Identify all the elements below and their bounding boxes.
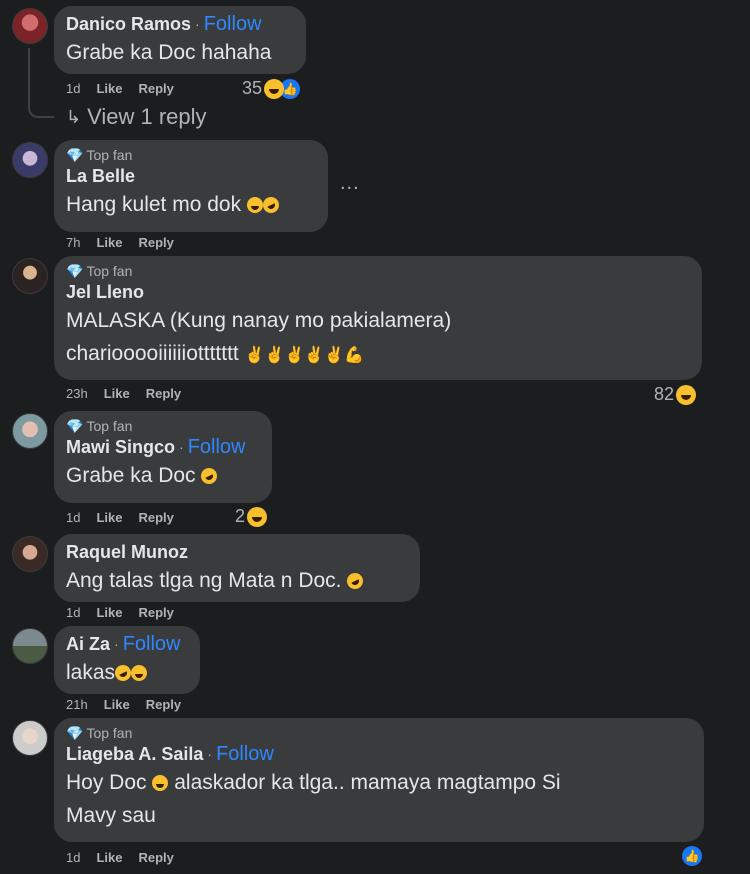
avatar[interactable] [12, 720, 48, 756]
commenter-name[interactable]: Mawi Singco [66, 435, 175, 459]
comment-actions: 21h Like Reply [66, 697, 181, 712]
view-replies-label: View 1 reply [87, 104, 207, 129]
timestamp[interactable]: 21h [66, 697, 88, 712]
reply-button[interactable]: Reply [138, 81, 173, 96]
top-fan-icon: 💎 [66, 147, 84, 163]
top-fan-badge: Top fan [86, 147, 133, 163]
comment-bubble: 💎 Top fan Liageba A. Saila · Follow Hoy … [54, 718, 704, 842]
like-button[interactable]: Like [104, 697, 130, 712]
comment-text-part-1: Hoy Doc [66, 771, 147, 794]
avatar[interactable] [12, 628, 48, 664]
thread-line [28, 48, 54, 118]
like-button[interactable]: Like [96, 235, 122, 250]
laughing-emoji-icon [247, 506, 268, 527]
comment-bubble: 💎 Top fan La Belle Hang kulet mo dok [54, 140, 328, 232]
timestamp[interactable]: 1d [66, 510, 80, 525]
flexed-biceps-icon: 💪 [344, 347, 365, 364]
follow-button[interactable]: Follow [204, 12, 262, 36]
avatar[interactable] [12, 536, 48, 572]
rofl-emoji-icon [198, 465, 221, 488]
reply-arrow-icon: ↳ [66, 106, 82, 127]
like-button[interactable]: Like [96, 605, 122, 620]
comment-bubble: 💎 Top fan Jel Lleno MALASKA (Kung nanay … [54, 256, 702, 380]
like-button[interactable]: Like [96, 510, 122, 525]
comment-text: Hang kulet mo dok [66, 193, 242, 216]
avatar[interactable] [12, 413, 48, 449]
laughing-emoji-icon [676, 384, 697, 405]
comment-text: lakas [66, 661, 116, 684]
top-fan-icon: 💎 [66, 725, 84, 741]
reply-button[interactable]: Reply [138, 850, 173, 865]
more-options-icon[interactable]: ... [340, 172, 360, 195]
comment-text: Grabe ka Doc hahaha [66, 41, 272, 64]
reaction-count: 35 [242, 78, 263, 98]
comment-text-line-2: chariooooiiiiiiottttttt [66, 342, 239, 365]
reply-button[interactable]: Reply [138, 605, 173, 620]
reaction-summary[interactable]: 82 [654, 384, 697, 405]
like-button[interactable]: Like [104, 386, 130, 401]
separator-dot: · [207, 746, 213, 762]
laughing-emoji-icon [131, 665, 148, 682]
like-button[interactable]: Like [96, 81, 122, 96]
follow-button[interactable]: Follow [123, 632, 181, 656]
avatar[interactable] [12, 258, 48, 294]
comment-actions: 23h Like Reply [66, 386, 181, 401]
like-reaction-icon: 👍 [682, 846, 702, 866]
commenter-name[interactable]: Ai Za [66, 632, 110, 656]
separator-dot: · [195, 16, 200, 32]
comment-actions: 1d Like Reply [66, 81, 174, 96]
separator-dot: · [179, 439, 184, 455]
comment-text-line-1: MALASKA (Kung nanay mo pakialamera) [66, 309, 452, 332]
comment-bubble: Ai Za · Follow lakas [54, 626, 200, 694]
comment-actions: 1d Like Reply [66, 510, 174, 525]
commenter-name[interactable]: Danico Ramos [66, 12, 191, 36]
commenter-name[interactable]: Jel Lleno [66, 280, 144, 304]
top-fan-icon: 💎 [66, 418, 84, 434]
timestamp[interactable]: 1d [66, 605, 80, 620]
separator-dot: · [114, 636, 119, 652]
commenter-name[interactable]: Raquel Munoz [66, 540, 188, 564]
comment-bubble: Danico Ramos · Follow Grabe ka Doc hahah… [54, 6, 306, 74]
top-fan-badge: Top fan [86, 263, 133, 279]
top-fan-icon: 💎 [66, 263, 84, 279]
timestamp[interactable]: 1d [66, 81, 80, 96]
laughing-emoji-icon [152, 775, 169, 792]
timestamp[interactable]: 23h [66, 386, 88, 401]
top-fan-badge: Top fan [86, 418, 133, 434]
follow-button[interactable]: Follow [216, 742, 274, 766]
commenter-name[interactable]: Liageba A. Saila [66, 742, 203, 766]
commenter-name[interactable]: La Belle [66, 164, 135, 188]
comment-bubble: Raquel Munoz Ang talas tlga ng Mata n Do… [54, 534, 420, 602]
like-button[interactable]: Like [96, 850, 122, 865]
follow-button[interactable]: Follow [188, 435, 246, 459]
reaction-summary[interactable]: 35 👍 [242, 78, 301, 99]
reply-button[interactable]: Reply [138, 235, 173, 250]
reaction-summary[interactable]: 👍 [682, 846, 702, 866]
view-replies-link[interactable]: ↳ View 1 reply [66, 104, 207, 130]
comment-text: Ang talas tlga ng Mata n Doc. [66, 569, 342, 592]
reaction-summary[interactable]: 2 [235, 506, 268, 527]
timestamp[interactable]: 1d [66, 850, 80, 865]
avatar[interactable] [12, 8, 48, 44]
reply-button[interactable]: Reply [138, 510, 173, 525]
timestamp[interactable]: 7h [66, 235, 80, 250]
comment-text-line-2: Mavy sau [66, 804, 156, 827]
comment-bubble: 💎 Top fan Mawi Singco · Follow Grabe ka … [54, 411, 272, 503]
laughing-emoji-icon [246, 197, 263, 214]
rofl-emoji-icon [260, 194, 282, 217]
reaction-count: 2 [235, 506, 246, 526]
comment-actions: 7h Like Reply [66, 235, 174, 250]
comment-text: Grabe ka Doc [66, 464, 196, 487]
comment-actions: 1d Like Reply [66, 605, 174, 620]
comment-actions: 1d Like Reply [66, 850, 174, 865]
reaction-count: 82 [654, 384, 675, 404]
reply-button[interactable]: Reply [146, 386, 181, 401]
comment-text-part-2: alaskador ka tlga.. mamaya magtampo Si [174, 771, 561, 794]
victory-hand-icon: ✌✌✌✌✌ [244, 347, 345, 364]
rofl-emoji-icon [344, 570, 366, 593]
avatar[interactable] [12, 142, 48, 178]
reply-button[interactable]: Reply [146, 697, 181, 712]
laughing-emoji-icon [264, 78, 285, 99]
top-fan-badge: Top fan [86, 725, 133, 741]
